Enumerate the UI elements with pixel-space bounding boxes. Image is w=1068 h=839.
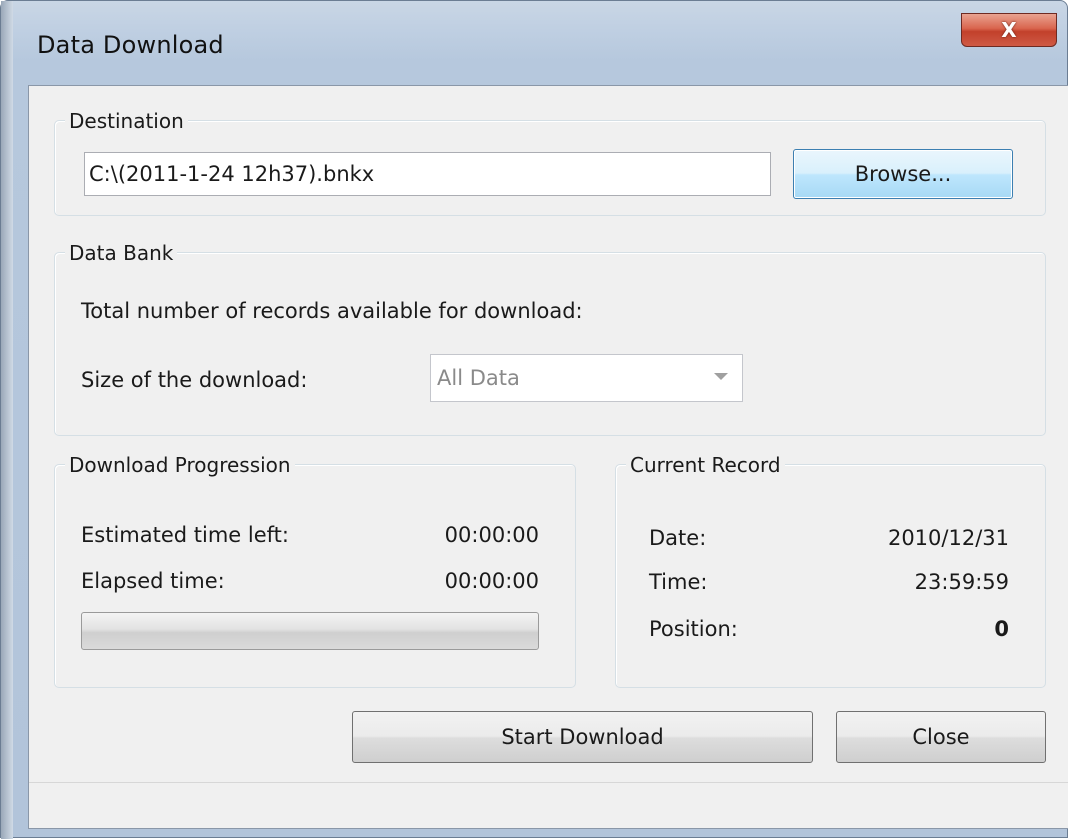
- start-download-button-label: Start Download: [501, 725, 664, 749]
- destination-path-field[interactable]: C:\(2011-1-24 12h37).bnkx: [84, 152, 771, 196]
- window-frame-left: [1, 1, 13, 839]
- data-bank-group-title: Data Bank: [65, 241, 178, 265]
- current-record-group-title: Current Record: [626, 453, 785, 477]
- estimated-time-left-label: Estimated time left:: [81, 523, 289, 547]
- download-progress-bar: [81, 612, 539, 650]
- data-download-window: Data Download X Destination C:\(2011-1-2…: [0, 0, 1068, 839]
- close-button[interactable]: Close: [836, 711, 1046, 763]
- chevron-down-icon: [714, 373, 728, 380]
- record-position-value: 0: [994, 617, 1009, 641]
- record-time-label: Time:: [649, 570, 708, 594]
- close-icon: X: [1001, 18, 1017, 42]
- status-bar: [29, 782, 1068, 828]
- browse-button[interactable]: Browse...: [793, 149, 1013, 199]
- destination-path-value: C:\(2011-1-24 12h37).bnkx: [89, 162, 375, 186]
- dialog-client-area: Destination C:\(2011-1-24 12h37).bnkx Br…: [28, 85, 1068, 829]
- browse-button-label: Browse...: [854, 162, 952, 186]
- window-title: Data Download: [37, 31, 224, 59]
- estimated-time-left-value: 00:00:00: [444, 523, 539, 547]
- window-close-button[interactable]: X: [961, 13, 1057, 47]
- total-records-label: Total number of records available for do…: [81, 299, 583, 323]
- destination-group-title: Destination: [65, 109, 188, 133]
- close-button-label: Close: [912, 725, 970, 749]
- record-time-value: 23:59:59: [914, 570, 1009, 594]
- download-size-select[interactable]: All Data: [430, 354, 743, 402]
- record-date-label: Date:: [649, 526, 707, 550]
- record-position-label: Position:: [649, 617, 738, 641]
- record-date-value: 2010/12/31: [887, 526, 1009, 550]
- download-size-selected: All Data: [437, 366, 520, 390]
- data-bank-group: Data Bank: [54, 241, 1046, 436]
- start-download-button[interactable]: Start Download: [352, 711, 813, 763]
- download-size-label: Size of the download:: [81, 368, 308, 392]
- elapsed-time-label: Elapsed time:: [81, 569, 225, 593]
- elapsed-time-value: 00:00:00: [444, 569, 539, 593]
- download-progression-group-title: Download Progression: [65, 453, 295, 477]
